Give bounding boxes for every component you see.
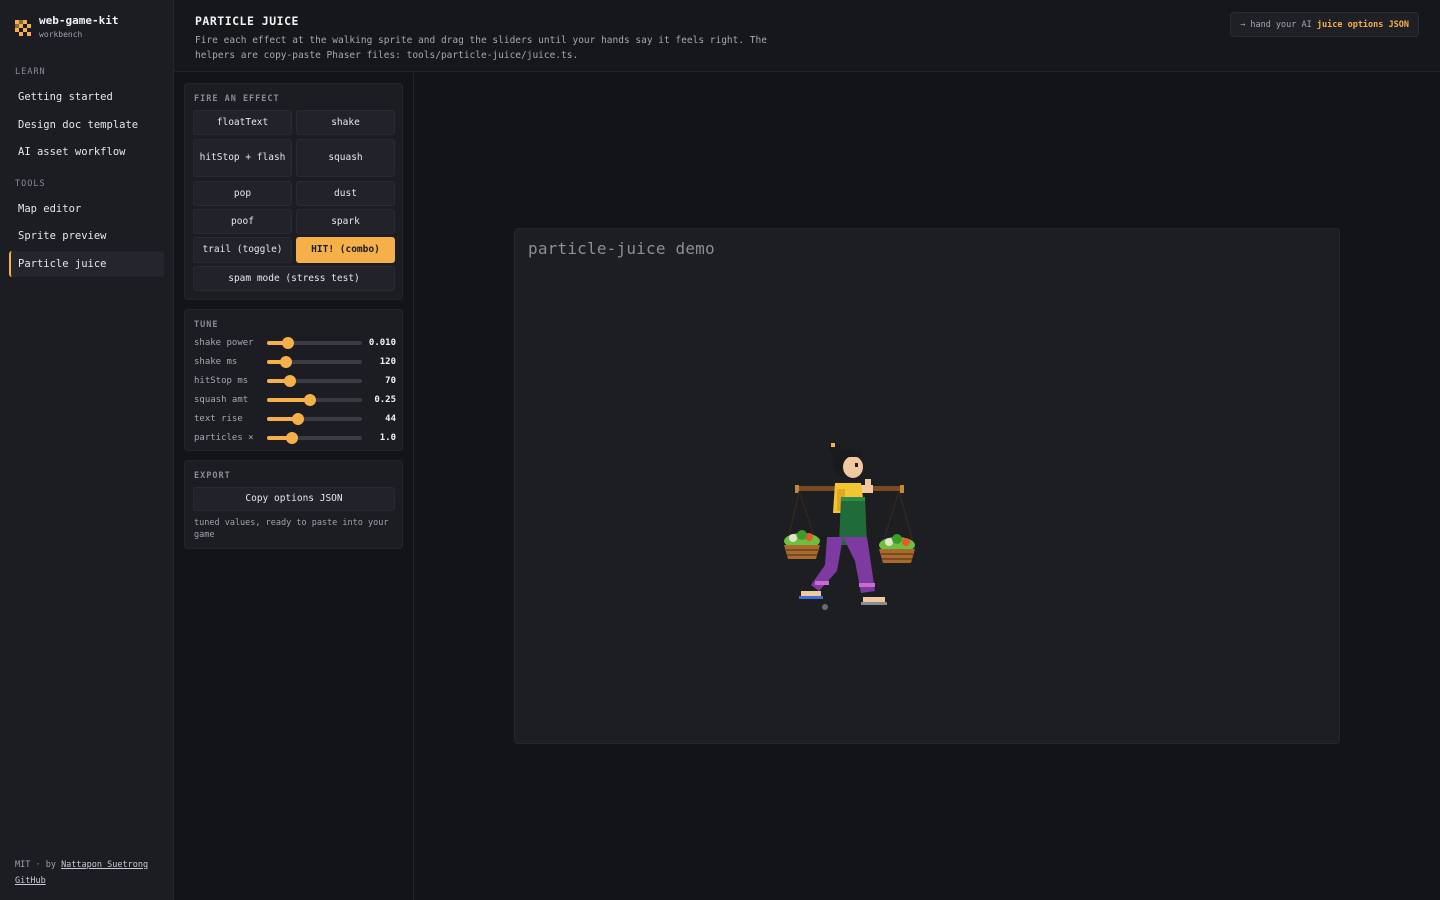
shake-button[interactable]: shake xyxy=(296,110,395,135)
squash-button[interactable]: squash xyxy=(296,139,395,177)
sidebar-item-ai-asset-workflow[interactable]: AI asset workflow xyxy=(9,139,164,165)
slider-value: 0.010 xyxy=(368,338,396,348)
hit-combo-button[interactable]: HIT! (combo) xyxy=(296,237,395,263)
demo-title: particle-juice demo xyxy=(528,239,715,258)
slider-row: shake power 0.010 xyxy=(194,336,396,350)
slider-knob[interactable] xyxy=(283,375,296,387)
page-header: PARTICLE JUICE Fire each effect at the w… xyxy=(174,0,1440,72)
tune-title: TUNE xyxy=(194,320,219,330)
export-title: EXPORT xyxy=(194,471,231,481)
brand[interactable]: web-game-kit workbench xyxy=(15,14,118,39)
slider-label: text rise xyxy=(194,414,243,424)
sidebar: web-game-kit workbench LEARN Getting sta… xyxy=(0,0,174,900)
slider-row: text rise 44 xyxy=(194,412,396,426)
fire-effect-title: FIRE AN EFFECT xyxy=(194,94,280,104)
slider-row: shake ms 120 xyxy=(194,355,396,369)
slider-row: squash amt 0.25 xyxy=(194,393,396,407)
spark-button[interactable]: spark xyxy=(296,209,395,234)
export-card: EXPORT Copy options JSON tuned values, r… xyxy=(184,460,403,549)
copy-options-json-button[interactable]: Copy options JSON xyxy=(193,487,395,511)
slider-label: squash amt xyxy=(194,395,249,405)
slider-track[interactable] xyxy=(267,394,362,406)
slider-knob[interactable] xyxy=(285,432,298,444)
slider-value: 44 xyxy=(385,414,396,424)
slider-row: particles × 1.0 xyxy=(194,431,396,445)
slider-label: particles × xyxy=(194,433,254,443)
brand-subtitle: workbench xyxy=(39,30,83,39)
slider-value: 120 xyxy=(379,357,396,367)
sidebar-item-design-doc-template[interactable]: Design doc template xyxy=(9,112,164,138)
slider-track[interactable] xyxy=(267,337,362,349)
author-link[interactable]: Nattapon Suetrong xyxy=(61,860,148,870)
slider-knob[interactable] xyxy=(292,413,305,425)
slider-track[interactable] xyxy=(267,413,362,425)
trail-toggle-button[interactable]: trail (toggle) xyxy=(193,237,292,263)
tune-card: TUNE shake power 0.010 shake ms 120 hitStop … xyxy=(184,309,403,451)
poof-button[interactable]: poof xyxy=(193,209,292,234)
slider-label: shake power xyxy=(194,338,254,348)
license-text: MIT · by xyxy=(15,860,62,870)
slider-label: shake ms xyxy=(194,357,238,367)
slider-label: hitStop ms xyxy=(194,376,249,386)
page-description: Fire each effect at the walking sprite a… xyxy=(195,35,767,61)
sidebar-item-map-editor[interactable]: Map editor xyxy=(9,196,164,222)
sidebar-item-sprite-preview[interactable]: Sprite preview xyxy=(9,223,164,249)
hand-ai-prefix: → hand your AI xyxy=(1240,20,1317,30)
checker-logo-icon xyxy=(15,20,31,36)
hitstop-flash-button[interactable]: hitStop + flash xyxy=(193,139,292,177)
slider-knob[interactable] xyxy=(281,337,294,349)
brand-name: web-game-kit xyxy=(39,14,119,27)
section-label-learn: LEARN xyxy=(15,67,46,77)
slider-track[interactable] xyxy=(267,356,362,368)
pop-button[interactable]: pop xyxy=(193,181,292,206)
slider-track[interactable] xyxy=(267,375,362,387)
slider-value: 70 xyxy=(385,376,396,386)
walking-sprite xyxy=(784,443,916,610)
slider-track[interactable] xyxy=(267,432,362,444)
spam-mode-button[interactable]: spam mode (stress test) xyxy=(193,266,395,291)
github-link[interactable]: GitHub xyxy=(15,876,46,886)
sidebar-item-particle-juice[interactable]: Particle juice xyxy=(9,251,164,277)
dust-button[interactable]: dust xyxy=(296,181,395,206)
controls-panel: FIRE AN EFFECT floatText shake hitStop +… xyxy=(174,73,414,900)
slider-knob[interactable] xyxy=(303,394,316,406)
sidebar-footer: MIT · by Nattapon Suetrong GitHub xyxy=(15,857,148,889)
slider-knob[interactable] xyxy=(280,356,292,368)
fire-effect-card: FIRE AN EFFECT floatText shake hitStop +… xyxy=(184,83,403,300)
floattext-button[interactable]: floatText xyxy=(193,110,292,135)
export-note: tuned values, ready to paste into your g… xyxy=(194,518,389,540)
slider-row: hitStop ms 70 xyxy=(194,374,396,388)
section-label-tools: TOOLS xyxy=(15,179,46,189)
hand-ai-highlight: juice options JSON xyxy=(1316,20,1409,30)
hand-ai-json-button[interactable]: → hand your AI juice options JSON xyxy=(1230,12,1419,37)
slider-value: 0.25 xyxy=(374,395,396,405)
page-title: PARTICLE JUICE xyxy=(195,14,299,28)
slider-value: 1.0 xyxy=(379,433,396,443)
sidebar-item-getting-started[interactable]: Getting started xyxy=(9,84,164,110)
demo-stage[interactable]: particle-juice demo xyxy=(514,228,1340,744)
